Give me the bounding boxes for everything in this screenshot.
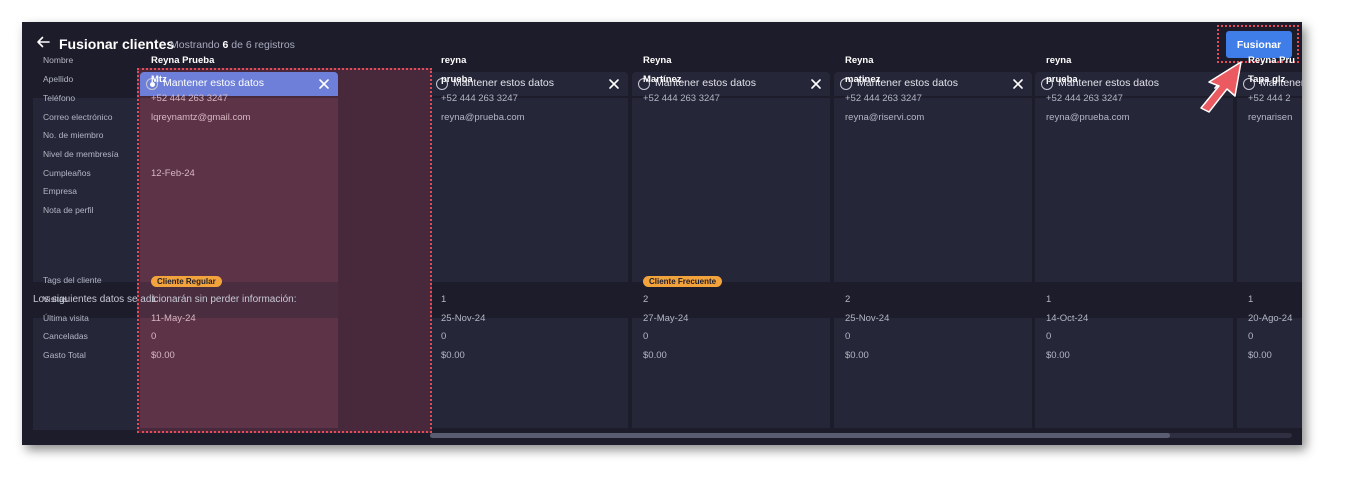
- record-telefono: +52 444 263 3247: [151, 93, 228, 104]
- record-nombre: Reyna: [643, 55, 672, 66]
- record-cumpleanos: 12-Feb-24: [151, 168, 195, 179]
- record-nombre: Reyna: [845, 55, 874, 66]
- record-gasto: $0.00: [845, 350, 869, 361]
- record-ultima-visita: 27-May-24: [643, 313, 689, 324]
- record-apellido: Martínez: [643, 74, 682, 85]
- field-label: Nivel de membresía: [43, 149, 119, 159]
- field-label: Cumpleaños: [43, 168, 91, 178]
- record-canceladas: 0: [1248, 331, 1254, 342]
- record-apellido: matinez: [845, 74, 881, 85]
- record-apellido: Mtz: [151, 74, 167, 85]
- field-label: Tags del cliente: [43, 275, 102, 285]
- field-label: Gasto Total: [43, 350, 86, 360]
- record-gasto: $0.00: [151, 350, 175, 361]
- record-nombre: reyna: [1046, 55, 1072, 66]
- keep-data-label: Mantener estos datos: [163, 77, 264, 89]
- record-column: Mantener estos datos Reyna Prueba Mtz +52 4…: [140, 55, 338, 428]
- record-telefono: +52 444 263 3247: [441, 93, 518, 104]
- record-canceladas: 0: [643, 331, 649, 342]
- record-gasto: $0.00: [1248, 350, 1272, 361]
- record-main-data: [1237, 98, 1302, 282]
- record-additive-data: [140, 318, 338, 428]
- merge-clients-window: Fusionar clientes Mostrando 6 de 6 regis…: [22, 22, 1302, 445]
- field-label: Nota de perfil: [43, 205, 94, 215]
- close-icon[interactable]: [810, 77, 822, 89]
- record-correo: reyna@prueba.com: [1046, 112, 1130, 123]
- client-tag-badge: Cliente Regular: [151, 276, 222, 287]
- record-gasto: $0.00: [643, 350, 667, 361]
- record-ultima-visita: 25-Nov-24: [845, 313, 890, 324]
- record-column: Mantener estos datos reyna prueba +52 444 2…: [1035, 55, 1233, 428]
- record-ultima-visita: 25-Nov-24: [441, 313, 486, 324]
- record-canceladas: 0: [151, 331, 157, 342]
- record-nombre: reyna: [441, 55, 467, 66]
- records-count-prefix: Mostrando: [170, 39, 220, 51]
- field-label: Nombre: [43, 55, 74, 65]
- record-ultima-visita: 20-Ago-24: [1248, 313, 1293, 324]
- horizontal-scrollbar[interactable]: [430, 433, 1292, 438]
- field-label: No. de miembro: [43, 130, 104, 140]
- record-visitas: 2: [845, 294, 851, 305]
- field-label: Última visita: [43, 313, 89, 323]
- record-visitas: 1: [1248, 294, 1254, 305]
- back-arrow-icon[interactable]: [34, 33, 52, 51]
- record-telefono: +52 444 263 3247: [845, 93, 922, 104]
- records-count: Mostrando 6 de 6 registros: [170, 39, 295, 51]
- record-nombre: Reyna Pru: [1248, 55, 1295, 66]
- record-correo: lqreynamtz@gmail.com: [151, 112, 251, 123]
- client-tag-badge: Cliente Frecuente: [643, 276, 723, 287]
- field-label: Teléfono: [43, 93, 76, 103]
- record-additive-data: [1237, 318, 1302, 428]
- record-column: Mantener estos datos Reyna Martínez +52 444…: [632, 55, 830, 428]
- close-icon[interactable]: [608, 77, 620, 89]
- record-gasto: $0.00: [441, 350, 465, 361]
- record-correo: reyna@riservi.com: [845, 112, 925, 123]
- pointer-arrow-icon: [1200, 61, 1242, 113]
- records-count-suffix: de 6 registros: [231, 39, 295, 51]
- record-main-data: [834, 98, 1032, 282]
- field-label: Correo electrónico: [43, 112, 113, 122]
- field-label: Empresa: [43, 186, 78, 196]
- record-apellido: prueba: [441, 74, 473, 85]
- field-label: Apellido: [43, 74, 74, 84]
- record-telefono: +52 444 263 3247: [643, 93, 720, 104]
- additive-data-note: Los siguientes datos se adicionarán sin …: [33, 294, 297, 305]
- record-main-data: [1035, 98, 1233, 282]
- record-visitas: 2: [643, 294, 649, 305]
- field-labels-main: Nombre Apellido Teléfono Correo electrónico…: [33, 55, 139, 282]
- record-column: Mantener estos datosReyna PruTapa glz+52…: [1237, 55, 1302, 428]
- record-canceladas: 0: [845, 331, 851, 342]
- record-correo: reyna@prueba.com: [441, 112, 525, 123]
- record-main-data: [430, 98, 628, 282]
- record-canceladas: 0: [441, 331, 447, 342]
- record-additive-data: [1035, 318, 1233, 428]
- record-nombre: Reyna Prueba: [151, 55, 215, 66]
- record-column: Mantener estos datos Reyna matinez +52 444 …: [834, 55, 1032, 428]
- record-main-data: [632, 98, 830, 282]
- field-labels-additive: Tags del cliente Visitas Última visita Canc…: [33, 275, 139, 430]
- record-ultima-visita: 11-May-24: [151, 313, 196, 324]
- record-additive-data: [834, 318, 1032, 428]
- record-visitas: 1: [441, 294, 447, 305]
- record-apellido: prueba: [1046, 74, 1078, 85]
- page-title: Fusionar clientes: [59, 36, 175, 52]
- record-visitas: 1: [1046, 294, 1052, 305]
- scrollbar-thumb[interactable]: [430, 433, 1170, 438]
- records-count-number: 6: [222, 39, 229, 51]
- field-label: Canceladas: [43, 331, 88, 341]
- record-column: Mantener estos datos reyna prueba +52 444 2…: [430, 55, 628, 428]
- close-icon[interactable]: [318, 77, 330, 89]
- record-additive-data: [632, 318, 830, 428]
- record-main-data: [140, 98, 338, 282]
- close-icon[interactable]: [1012, 77, 1024, 89]
- merge-button[interactable]: Fusionar: [1226, 31, 1292, 58]
- record-canceladas: 0: [1046, 331, 1052, 342]
- record-telefono: +52 444 263 3247: [1046, 93, 1123, 104]
- record-ultima-visita: 14-Oct-24: [1046, 313, 1089, 324]
- record-gasto: $0.00: [1046, 350, 1070, 361]
- record-additive-data: [430, 318, 628, 428]
